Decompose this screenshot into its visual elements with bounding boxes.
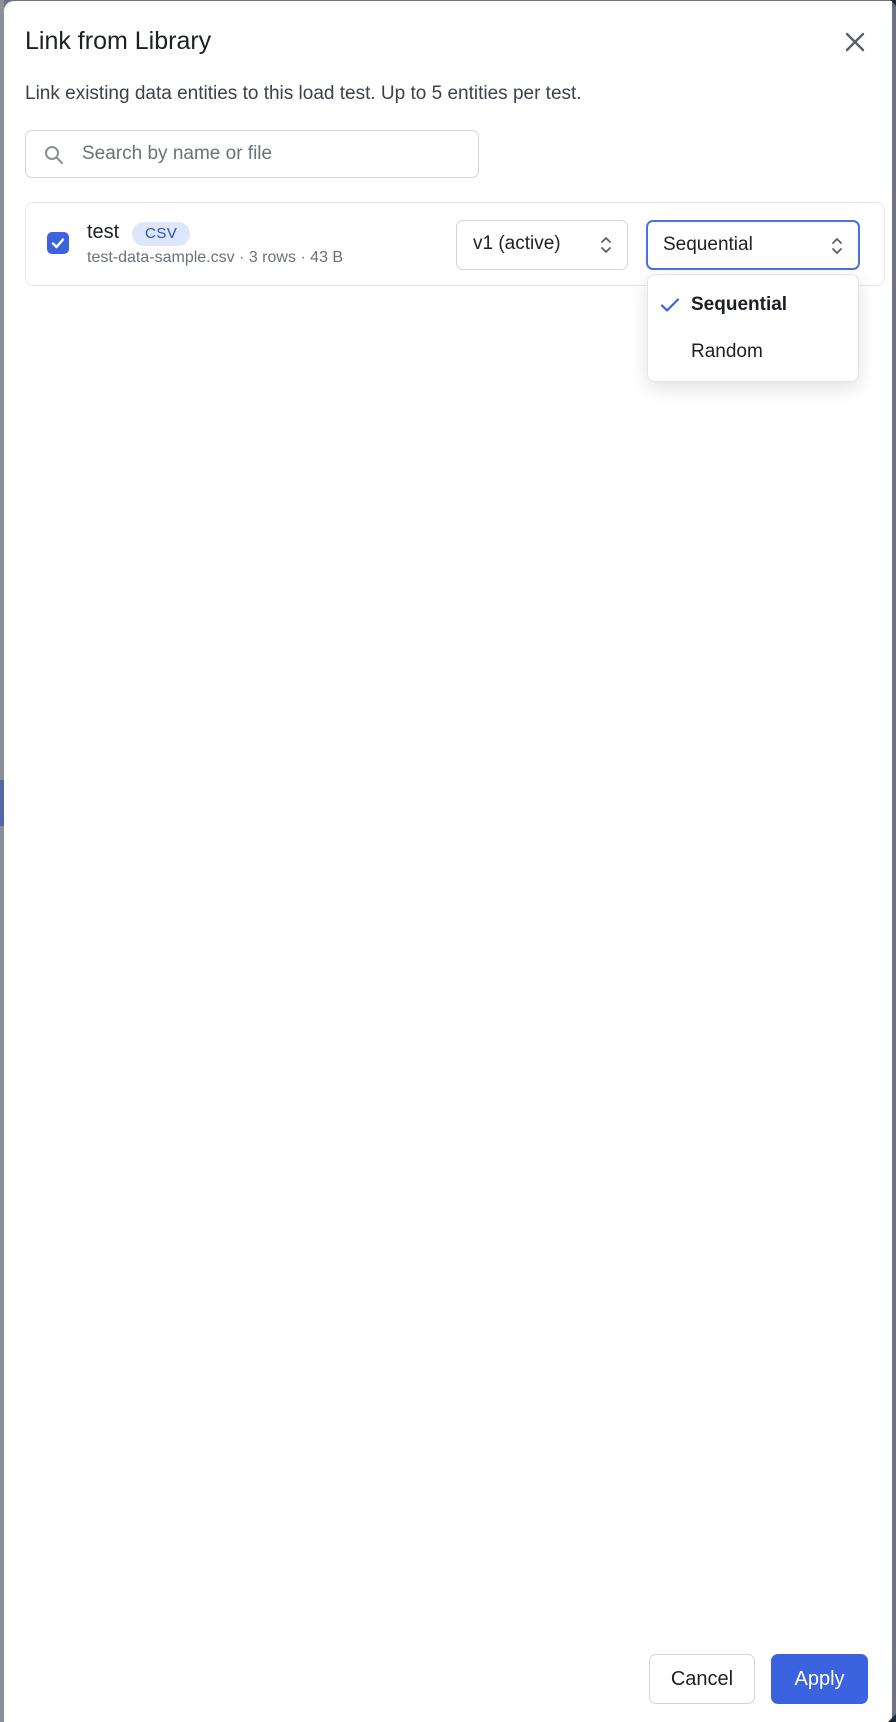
cancel-button[interactable]: Cancel bbox=[649, 1654, 755, 1704]
checkmark-icon bbox=[51, 238, 65, 249]
entity-checkbox[interactable] bbox=[47, 232, 69, 254]
backdrop-corner-bottom bbox=[888, 1714, 896, 1722]
mode-select-value: Sequential bbox=[663, 234, 753, 255]
dialog-title: Link from Library bbox=[25, 27, 212, 55]
version-select[interactable]: v1 (active) bbox=[456, 220, 628, 270]
option-label: Sequential bbox=[691, 294, 788, 315]
mode-select[interactable]: Sequential bbox=[646, 220, 860, 270]
close-button[interactable] bbox=[840, 27, 870, 57]
dialog-subtitle: Link existing data entities to this load… bbox=[25, 83, 582, 104]
dropdown-option-sequential[interactable]: Sequential bbox=[648, 283, 858, 327]
search-input[interactable] bbox=[82, 131, 462, 177]
apply-button[interactable]: Apply bbox=[771, 1654, 868, 1704]
file-type-badge: CSV bbox=[132, 222, 191, 246]
option-label: Random bbox=[691, 341, 763, 362]
dropdown-option-random[interactable]: Random bbox=[648, 330, 858, 374]
link-from-library-dialog: Link from Library Link existing data ent… bbox=[4, 1, 892, 1722]
search-field bbox=[25, 130, 479, 178]
chevron-up-down-icon bbox=[832, 238, 842, 254]
entity-meta: test-data-sample.csv · 3 rows · 43 B bbox=[87, 249, 344, 266]
entity-name: test bbox=[87, 221, 120, 243]
chevron-up-down-icon bbox=[601, 237, 611, 253]
search-icon bbox=[45, 146, 63, 164]
version-select-value: v1 (active) bbox=[473, 233, 561, 254]
mode-dropdown-menu: Sequential Random bbox=[647, 274, 859, 382]
check-icon bbox=[660, 298, 680, 312]
close-icon bbox=[845, 32, 865, 52]
